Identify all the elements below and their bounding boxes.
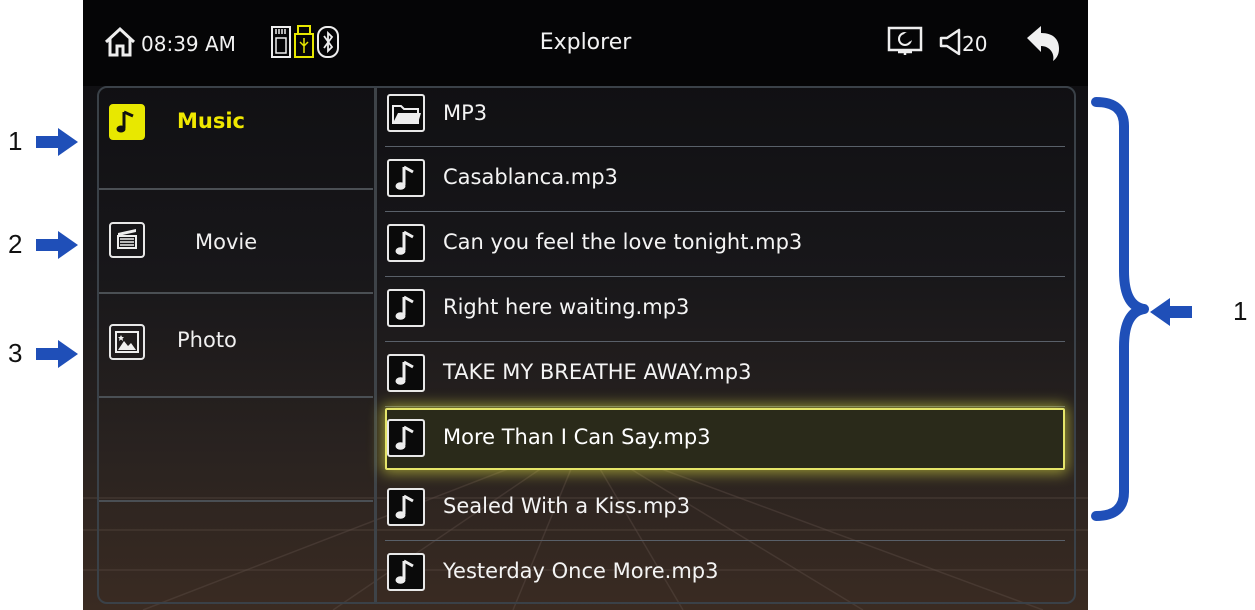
category-movie[interactable]: Movie xyxy=(99,190,373,290)
category-label: Movie xyxy=(195,230,258,254)
file-name: Right here waiting.mp3 xyxy=(443,295,690,319)
music-note-icon xyxy=(387,289,425,327)
list-item[interactable]: Sealed With a Kiss.mp3 xyxy=(385,476,1065,541)
photo-icon xyxy=(109,324,145,360)
list-item[interactable]: Can you feel the love tonight.mp3 xyxy=(385,212,1065,277)
file-name: More Than I Can Say.mp3 xyxy=(443,425,711,449)
volume-icon[interactable] xyxy=(939,28,963,56)
file-name: MP3 xyxy=(443,101,488,125)
list-item[interactable]: Casablanca.mp3 xyxy=(385,147,1065,212)
music-note-icon xyxy=(387,224,425,262)
list-item[interactable]: TAKE MY BREATHE AWAY.mp3 xyxy=(385,342,1065,407)
music-note-icon xyxy=(387,159,425,197)
film-clapper-icon xyxy=(109,222,145,258)
music-note-icon xyxy=(387,553,425,591)
divider xyxy=(99,500,373,502)
list-item-selected[interactable]: More Than I Can Say.mp3 xyxy=(385,408,1065,470)
annotation-number: 2 xyxy=(8,229,23,259)
folder-icon xyxy=(387,94,425,132)
column-divider xyxy=(374,88,377,602)
divider xyxy=(99,396,373,398)
file-name: Casablanca.mp3 xyxy=(443,165,618,189)
arrow-left-icon xyxy=(1150,298,1192,326)
explorer-panel: Music Movie Photo MP3 Casablanca.mp3 Can… xyxy=(97,86,1076,604)
category-music[interactable]: Music xyxy=(99,88,373,188)
music-note-icon xyxy=(109,104,145,140)
file-name: TAKE MY BREATHE AWAY.mp3 xyxy=(443,360,752,384)
back-icon[interactable] xyxy=(1023,24,1063,62)
music-note-icon xyxy=(387,488,425,526)
arrow-right-icon xyxy=(36,128,78,156)
music-note-icon xyxy=(387,354,425,392)
curly-brace-annotation xyxy=(1091,97,1149,521)
category-label: Music xyxy=(177,109,245,133)
annotation-number: 1 xyxy=(1233,296,1248,326)
file-name: Sealed With a Kiss.mp3 xyxy=(443,494,691,518)
annotation-number: 1 xyxy=(8,126,23,156)
file-name: Can you feel the love tonight.mp3 xyxy=(443,230,803,254)
category-photo[interactable]: Photo xyxy=(99,294,373,394)
row-separator xyxy=(385,406,1065,407)
screen-mode-icon[interactable] xyxy=(887,26,923,58)
list-item-folder[interactable]: MP3 xyxy=(385,88,1065,147)
status-bar: 08:39 AM Explorer 20 xyxy=(83,0,1088,86)
annotation-number: 3 xyxy=(8,338,23,368)
volume-level: 20 xyxy=(962,32,988,56)
arrow-right-icon xyxy=(36,340,78,368)
list-item[interactable]: Right here waiting.mp3 xyxy=(385,277,1065,342)
arrow-right-icon xyxy=(36,231,78,259)
page-title: Explorer xyxy=(539,30,632,55)
music-note-icon xyxy=(387,419,425,457)
category-label: Photo xyxy=(177,328,237,352)
list-item[interactable]: Yesterday Once More.mp3 xyxy=(385,541,1065,602)
file-name: Yesterday Once More.mp3 xyxy=(443,559,719,583)
device-screen: 08:39 AM Explorer 20 Music Movie Photo M… xyxy=(83,0,1088,610)
